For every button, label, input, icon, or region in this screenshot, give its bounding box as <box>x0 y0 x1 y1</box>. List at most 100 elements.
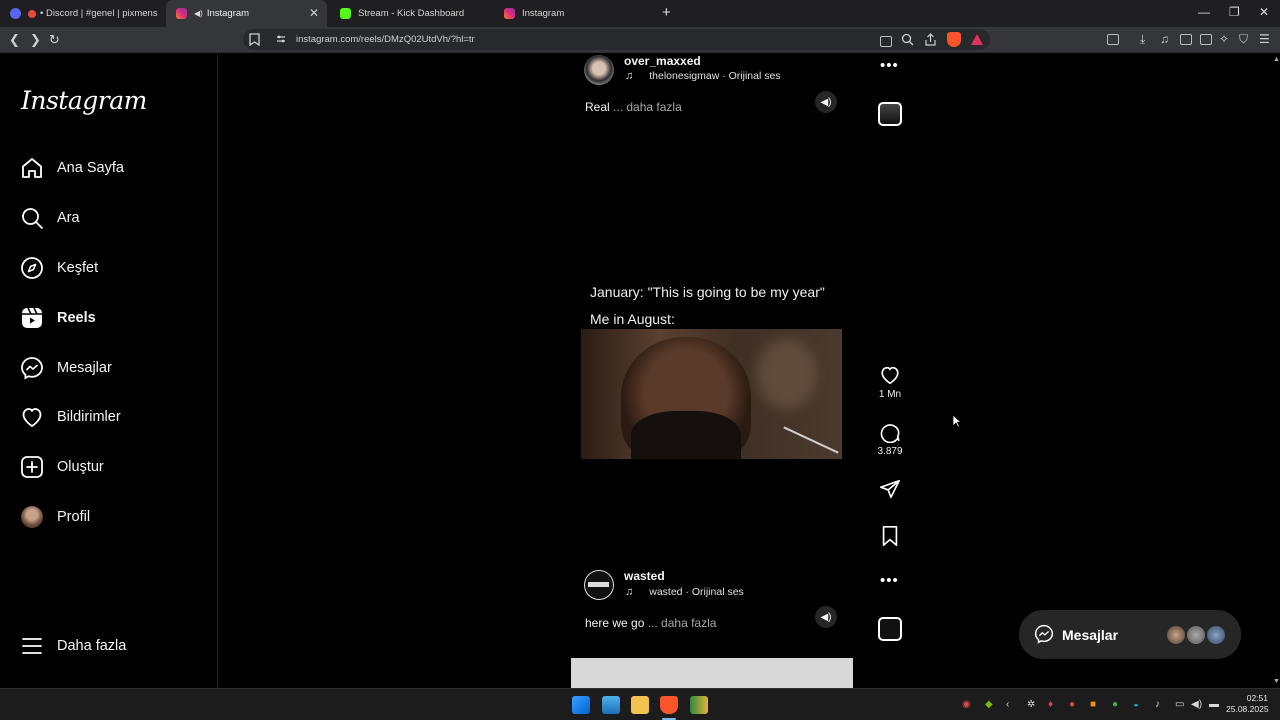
mute-toggle-button[interactable]: ◀) <box>815 91 837 113</box>
leo-ai-icon[interactable]: ✧ <box>1219 32 1229 46</box>
nav-create[interactable]: Oluştur <box>20 453 200 481</box>
tab-instagram[interactable]: Instagram <box>494 0 654 27</box>
close-tab-icon[interactable]: ✕ <box>309 6 319 20</box>
tray-app-icon[interactable]: ● <box>1112 699 1118 710</box>
speaker-icon: ◀) <box>820 96 832 108</box>
forward-icon[interactable]: ❯ <box>30 32 41 48</box>
nav-explore[interactable]: Keşfet <box>20 254 200 282</box>
battery-icon[interactable]: ▬ <box>1209 699 1219 710</box>
downloads-icon[interactable]: ⤓ <box>1140 32 1145 47</box>
back-icon[interactable]: ❮ <box>9 32 20 48</box>
scroll-up-icon[interactable]: ▲ <box>1273 56 1280 63</box>
instagram-favicon-icon <box>176 8 187 19</box>
minimize-icon[interactable]: — <box>1198 5 1210 19</box>
like-action[interactable]: 1 Mn <box>872 364 908 400</box>
avatar <box>21 506 43 528</box>
cast-icon[interactable] <box>880 36 892 47</box>
tray-app-icon[interactable]: ◒ <box>1133 699 1139 710</box>
zoom-icon[interactable] <box>901 33 914 46</box>
plus-square-icon <box>21 456 43 478</box>
tab-kick[interactable]: Stream - Kick Dashboard <box>330 0 490 27</box>
tab-title: Instagram <box>522 8 565 19</box>
tray-app-icon[interactable]: ✲ <box>1027 699 1035 710</box>
more-options-icon[interactable]: ••• <box>880 572 899 589</box>
bookmark-icon[interactable] <box>249 33 260 46</box>
audio-thumbnail[interactable] <box>878 102 902 126</box>
menu-icon[interactable]: ☰ <box>1259 32 1270 46</box>
share-icon[interactable] <box>924 33 937 46</box>
heart-icon <box>881 366 899 385</box>
vpn-shield-icon[interactable]: ⛉ <box>1239 32 1248 47</box>
file-explorer-icon[interactable] <box>631 696 649 714</box>
more-options-icon[interactable]: ••• <box>880 57 899 74</box>
audio-thumbnail[interactable] <box>878 617 902 641</box>
nav-profile[interactable]: Profil <box>20 503 200 531</box>
mute-toggle-button[interactable]: ◀) <box>815 606 837 628</box>
nav-search[interactable]: Ara <box>20 204 200 232</box>
reel-username[interactable]: wasted <box>624 569 665 583</box>
microphone-icon[interactable]: ♪ <box>1155 699 1160 710</box>
nav-label: Daha fazla <box>57 638 127 654</box>
sidebar-toggle-icon[interactable] <box>1180 34 1192 45</box>
reel-caption: here we go ... daha fazla <box>585 616 716 630</box>
audio-label: wasted · Orijinal ses <box>649 586 744 598</box>
screenshot-icon[interactable] <box>1107 34 1119 45</box>
nav-label: Keşfet <box>57 260 99 276</box>
tray-app-icon[interactable]: ● <box>1069 699 1075 710</box>
like-count: 1 Mn <box>878 389 902 400</box>
avatar <box>1165 624 1187 646</box>
music-note-icon: ♫ <box>625 70 634 82</box>
close-window-icon[interactable]: ✕ <box>1259 5 1269 19</box>
app-taskbar-icon[interactable] <box>690 696 708 714</box>
reel-audio[interactable]: ♫ wasted · Orijinal ses <box>625 586 744 598</box>
brave-shields-icon[interactable] <box>947 32 961 47</box>
url-text[interactable]: instagram.com/reels/DMzQ02UtdVh/?hl=tr <box>296 34 475 45</box>
reel-username[interactable]: over_maxxed <box>624 54 701 68</box>
media-icon[interactable]: ♫ <box>1160 32 1169 46</box>
nav-reels[interactable]: Reels <box>20 304 200 332</box>
tray-app-icon[interactable]: ◉ <box>962 699 971 710</box>
tab-instagram-active[interactable]: ◀) Instagram ✕ <box>166 0 327 27</box>
next-reel-video[interactable] <box>571 658 853 688</box>
tray-app-icon[interactable]: ■ <box>1090 699 1096 710</box>
nav-home[interactable]: Ana Sayfa <box>20 154 200 182</box>
site-settings-icon[interactable] <box>276 34 286 44</box>
wasted-logo-bar <box>588 582 609 587</box>
instagram-logo[interactable]: Instagram <box>21 86 147 115</box>
windows-start-icon[interactable] <box>572 696 590 714</box>
avatar[interactable] <box>584 55 614 85</box>
taskbar-clock[interactable]: 02:51 25.08.2025 <box>1226 693 1269 715</box>
avatar <box>1185 624 1207 646</box>
nav-notifications[interactable]: Bildirimler <box>20 403 200 431</box>
widgets-icon[interactable] <box>602 696 620 714</box>
nvidia-tray-icon[interactable]: ◆ <box>985 699 993 710</box>
restore-icon[interactable]: ❐ <box>1229 5 1240 19</box>
reel-audio[interactable]: ♫ thelonesigmaw · Orijinal ses <box>625 70 781 82</box>
caption-more-link[interactable]: ... daha fazla <box>613 100 682 114</box>
meme-caption-line2: Me in August: <box>590 311 675 327</box>
reels-icon <box>22 307 42 328</box>
messages-popup-button[interactable]: Mesajlar <box>1019 610 1241 659</box>
tray-app-icon[interactable]: ♦ <box>1048 699 1053 710</box>
avatar[interactable] <box>584 570 614 600</box>
network-icon[interactable]: ▭ <box>1175 699 1184 710</box>
brave-rewards-icon[interactable] <box>971 34 983 45</box>
new-tab-button[interactable]: + <box>662 4 671 21</box>
comment-action[interactable]: 3.879 <box>872 421 908 457</box>
save-action[interactable] <box>872 525 908 547</box>
reload-icon[interactable]: ↻ <box>49 32 60 48</box>
share-action[interactable] <box>872 478 908 500</box>
reel-video[interactable] <box>581 329 842 459</box>
tab-discord[interactable]: • Discord | #genel | pixmens <box>0 0 166 27</box>
address-bar[interactable]: instagram.com/reels/DMzQ02UtdVh/?hl=tr <box>243 29 990 50</box>
brave-taskbar-icon[interactable] <box>660 696 678 714</box>
scroll-down-icon[interactable]: ▼ <box>1273 678 1280 685</box>
tray-app-icon[interactable]: ‹ <box>1006 699 1009 710</box>
wallet-icon[interactable] <box>1200 34 1212 45</box>
page-scrollbar[interactable]: ▲ ▼ <box>1272 54 1280 688</box>
nav-messages[interactable]: Mesajlar <box>20 354 200 382</box>
caption-more-link[interactable]: ... daha fazla <box>648 616 717 630</box>
volume-icon[interactable]: ◀) <box>1191 699 1202 710</box>
browser-tab-strip: • Discord | #genel | pixmens ◀) Instagra… <box>0 0 1280 27</box>
nav-more[interactable]: Daha fazla <box>20 632 200 660</box>
